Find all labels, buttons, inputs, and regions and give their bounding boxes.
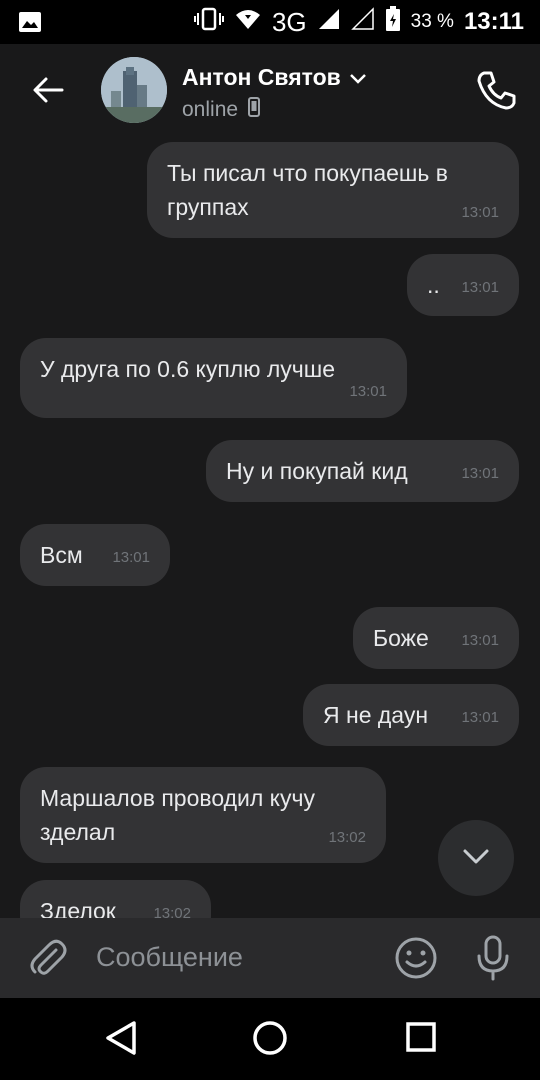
wifi-icon (234, 7, 262, 37)
message-time: 13:01 (461, 279, 499, 296)
phone-call-icon[interactable] (474, 68, 518, 112)
back-arrow-icon[interactable] (28, 70, 68, 110)
message-time: 13:01 (461, 465, 499, 482)
message-composer: Сообщение (0, 918, 540, 998)
emoji-icon[interactable] (394, 936, 438, 980)
scroll-to-bottom-button[interactable] (438, 820, 514, 896)
microphone-icon[interactable] (472, 934, 514, 982)
message-bubble-incoming[interactable]: Зделок 13:02 (20, 880, 211, 918)
chevron-down-icon (462, 848, 490, 871)
mobile-device-icon (248, 97, 261, 123)
contact-name[interactable]: Антон Святов (182, 64, 367, 91)
battery-percent: 33 % (410, 11, 454, 32)
gallery-notification-icon (18, 10, 42, 39)
vibrate-icon (193, 7, 224, 37)
nav-back-icon[interactable] (104, 1020, 138, 1061)
message-list[interactable]: Ты писал что покупаешь в группах 13:01 .… (0, 136, 540, 918)
signal-empty-icon (350, 7, 375, 37)
avatar[interactable] (101, 57, 167, 123)
message-text: Ну и покупай кид (226, 458, 408, 484)
chevron-down-icon (349, 64, 367, 91)
network-type: 3G (271, 6, 307, 37)
message-bubble-incoming[interactable]: У друга по 0.6 куплю лучше 13:01 (20, 338, 407, 418)
paperclip-icon[interactable] (26, 936, 70, 980)
message-bubble-outgoing[interactable]: Ну и покупай кид 13:01 (206, 440, 519, 502)
message-input[interactable]: Сообщение (96, 942, 243, 973)
nav-home-icon[interactable] (252, 1020, 288, 1061)
message-time: 13:01 (461, 709, 499, 726)
message-text: Ты писал что покупаешь в группах (167, 160, 448, 220)
message-time: 13:01 (461, 204, 499, 221)
message-bubble-incoming[interactable]: Маршалов проводил кучу зделал 13:02 (20, 767, 386, 863)
message-time: 13:01 (349, 383, 387, 400)
status-bar: 3G 33 % 13:11 (0, 0, 540, 44)
message-bubble-outgoing[interactable]: .. 13:01 (407, 254, 519, 316)
battery-icon (385, 6, 401, 38)
presence-status: online (182, 97, 261, 123)
signal-icon (317, 7, 341, 37)
message-time: 13:02 (153, 905, 191, 918)
message-bubble-outgoing[interactable]: Боже 13:01 (353, 607, 519, 669)
message-bubble-outgoing[interactable]: Ты писал что покупаешь в группах 13:01 (147, 142, 519, 238)
system-navigation-bar (0, 998, 540, 1080)
nav-recents-icon[interactable] (404, 1020, 438, 1059)
message-time: 13:02 (328, 829, 366, 846)
message-bubble-outgoing[interactable]: Я не даун 13:01 (303, 684, 519, 746)
message-time: 13:01 (112, 549, 150, 566)
message-text: У друга по 0.6 куплю лучше (40, 356, 336, 382)
contact-name-label: Антон Святов (182, 64, 341, 90)
message-text: Маршалов проводил кучу зделал (40, 785, 315, 845)
chat-header: Антон Святов online (0, 44, 540, 136)
message-bubble-incoming[interactable]: Всм 13:01 (20, 524, 170, 586)
presence-label: online (182, 98, 239, 121)
message-time: 13:01 (461, 632, 499, 649)
clock: 13:11 (463, 8, 524, 35)
